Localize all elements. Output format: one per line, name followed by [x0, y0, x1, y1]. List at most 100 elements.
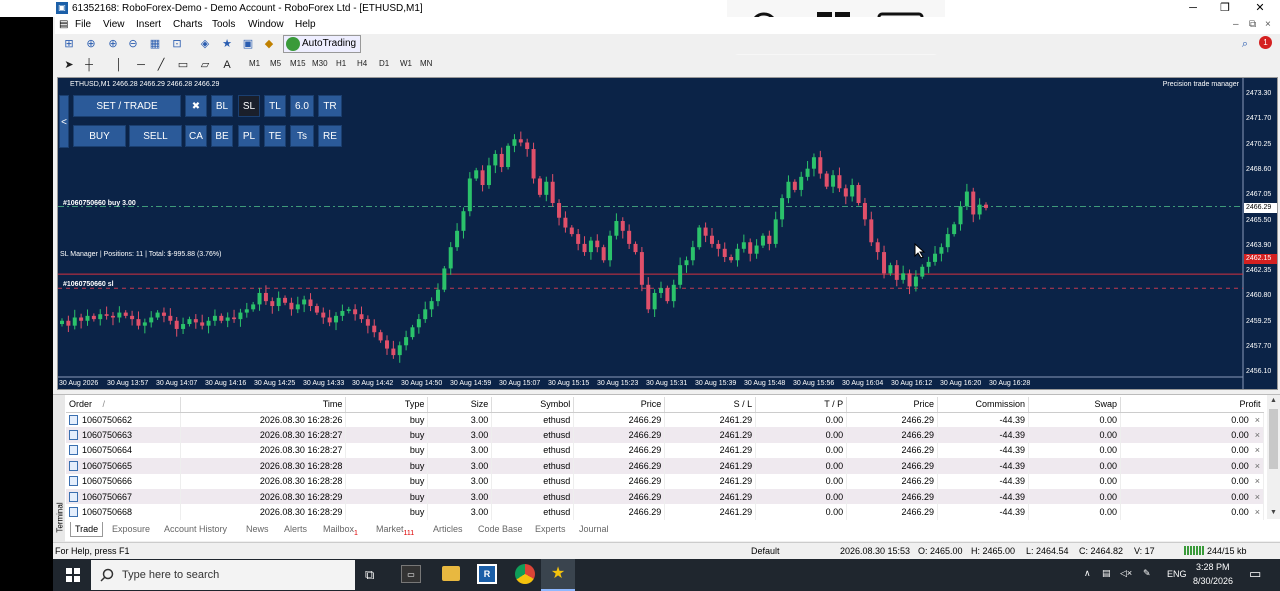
zoom-out-chart-icon[interactable]: ⊖ — [125, 36, 141, 52]
terminal-app-icon[interactable]: ▭ — [401, 565, 421, 583]
navigator-icon[interactable]: ◈ — [197, 36, 213, 52]
close-button[interactable]: ✕ — [1243, 0, 1277, 17]
menu-view[interactable]: View — [103, 19, 125, 30]
timeframe-h1[interactable]: H1 — [336, 59, 346, 68]
tab-code-base[interactable]: Code Base — [474, 522, 527, 537]
tab-account-history[interactable]: Account History — [160, 522, 231, 537]
text-tool-icon[interactable]: A — [219, 57, 235, 73]
close-position-icon[interactable]: × — [1255, 445, 1260, 455]
file-explorer-icon[interactable] — [442, 566, 460, 581]
maximize-button[interactable]: ❐ — [1208, 0, 1242, 17]
menu-charts[interactable]: Charts — [173, 19, 202, 30]
menu-insert[interactable]: Insert — [136, 19, 161, 30]
pl-button[interactable]: PL — [238, 125, 260, 147]
col-sl[interactable]: S / L — [664, 397, 757, 413]
col-profit[interactable]: Profit — [1120, 397, 1264, 413]
market-watch-icon[interactable]: ⊕ — [83, 36, 99, 52]
tab-market[interactable]: Market111 — [372, 522, 418, 537]
network-icon[interactable]: ▤ — [1102, 568, 1111, 579]
rectangle-icon[interactable]: ▭ — [175, 57, 191, 73]
tray-chevron-icon[interactable]: ∧ — [1084, 568, 1091, 579]
volume-icon[interactable]: ◁× — [1120, 568, 1132, 579]
set-trade-button[interactable]: SET / TRADE — [73, 95, 181, 117]
ts-button[interactable]: Ts — [290, 125, 314, 147]
table-row[interactable]: 1060750663 2026.08.30 16:28:27 buy 3.00 ethu… — [66, 427, 1265, 443]
table-row[interactable]: 1060750668 2026.08.30 16:28:29 buy 3.00 ethu… — [66, 504, 1265, 520]
col-symbol[interactable]: Symbol — [491, 397, 575, 413]
mdi-minimize-icon[interactable]: – — [1233, 19, 1239, 30]
notification-badge[interactable]: 1 — [1259, 36, 1272, 49]
crosshair-icon[interactable]: ┼ — [81, 57, 97, 73]
re-button[interactable]: RE — [318, 125, 342, 147]
buy-button[interactable]: BUY — [73, 125, 126, 147]
scroll-up-icon[interactable]: ▲ — [1270, 397, 1277, 404]
timeframe-m5[interactable]: M5 — [270, 59, 281, 68]
minimize-button[interactable]: ─ — [1176, 0, 1210, 17]
menu-window[interactable]: Window — [248, 19, 284, 30]
col-current-price[interactable]: Price — [846, 397, 939, 413]
col-type[interactable]: Type — [345, 397, 429, 413]
data-window-icon[interactable]: ⊡ — [169, 36, 185, 52]
table-scrollbar[interactable]: ▲ ▼ — [1267, 395, 1280, 519]
te-button[interactable]: TE — [264, 125, 286, 147]
roboforex-icon[interactable]: R — [477, 564, 497, 584]
menu-tools[interactable]: Tools — [212, 19, 235, 30]
tab-news[interactable]: News — [242, 522, 273, 537]
tab-articles[interactable]: Articles — [429, 522, 467, 537]
tab-journal[interactable]: Journal — [575, 522, 613, 537]
taskbar-search-box[interactable]: Type here to search — [91, 560, 355, 590]
autotrading-button[interactable]: AutoTrading — [283, 35, 362, 53]
tab-mailbox[interactable]: Mailbox1 — [319, 522, 362, 537]
scroll-down-icon[interactable]: ▼ — [1270, 509, 1277, 516]
close-position-icon[interactable]: × — [1255, 476, 1260, 486]
col-commission[interactable]: Commission — [937, 397, 1030, 413]
language-indicator[interactable]: ENG — [1167, 569, 1187, 579]
table-row[interactable]: 1060750667 2026.08.30 16:28:29 buy 3.00 ethu… — [66, 488, 1265, 505]
sell-button[interactable]: SELL — [129, 125, 182, 147]
sl-button[interactable]: SL — [238, 95, 260, 117]
cancel-x-button[interactable]: ✖ — [185, 95, 207, 117]
timeframe-mn[interactable]: MN — [420, 59, 432, 68]
table-row[interactable]: 1060750665 2026.08.30 16:28:28 buy 3.00 ethu… — [66, 458, 1265, 474]
notifications-icon[interactable]: ▭ — [1249, 566, 1261, 582]
status-profile[interactable]: Default — [751, 546, 780, 556]
col-size[interactable]: Size — [427, 397, 493, 413]
timeframe-h4[interactable]: H4 — [357, 59, 367, 68]
search-icon[interactable]: ⌕ — [1237, 36, 1253, 52]
tab-alerts[interactable]: Alerts — [280, 522, 311, 537]
terminal-icon[interactable]: ▣ — [240, 36, 256, 52]
clock-time[interactable]: 3:28 PM — [1196, 562, 1230, 572]
bl-button[interactable]: BL — [211, 95, 233, 117]
timeframe-d1[interactable]: D1 — [379, 59, 389, 68]
channel-icon[interactable]: ▱ — [197, 57, 213, 73]
vertical-line-icon[interactable]: │ — [111, 57, 127, 73]
star-app-icon[interactable]: ★ — [541, 559, 575, 591]
table-row[interactable]: 1060750662 2026.08.30 16:28:26 buy 3.00 ethu… — [66, 412, 1265, 428]
col-order[interactable]: Order / — [66, 397, 182, 413]
panel-collapse-button[interactable]: < — [59, 95, 69, 148]
mdi-restore-icon[interactable]: ⧉ — [1249, 19, 1256, 30]
col-tp[interactable]: T / P — [755, 397, 848, 413]
tile-windows-icon[interactable]: ▦ — [147, 36, 163, 52]
col-swap[interactable]: Swap — [1028, 397, 1121, 413]
horizontal-line-icon[interactable]: ─ — [133, 57, 149, 73]
timeframe-m30[interactable]: M30 — [312, 59, 328, 68]
lot-size-button[interactable]: 6.0 — [290, 95, 314, 117]
tab-trade[interactable]: Trade — [70, 522, 104, 537]
col-price[interactable]: Price — [573, 397, 666, 413]
timeframe-w1[interactable]: W1 — [400, 59, 412, 68]
price-chart[interactable]: ETHUSD,M1 2466.28 2466.29 2466.28 2466.2… — [57, 77, 1278, 390]
tr-button[interactable]: TR — [318, 95, 342, 117]
ca-button[interactable]: CA — [185, 125, 207, 147]
col-time[interactable]: Time — [180, 397, 347, 413]
tab-experts[interactable]: Experts — [531, 522, 570, 537]
task-view-icon[interactable]: ⧉ — [365, 567, 374, 583]
pen-icon[interactable]: ✎ — [1143, 568, 1151, 579]
close-position-icon[interactable]: × — [1255, 430, 1260, 440]
menu-help[interactable]: Help — [295, 19, 316, 30]
close-position-icon[interactable]: × — [1255, 507, 1260, 517]
start-windows-icon[interactable] — [66, 568, 80, 582]
zoom-in-chart-icon[interactable]: ⊕ — [105, 36, 121, 52]
strategy-tester-icon[interactable]: ◆ — [261, 36, 277, 52]
scroll-thumb[interactable] — [1269, 409, 1278, 469]
